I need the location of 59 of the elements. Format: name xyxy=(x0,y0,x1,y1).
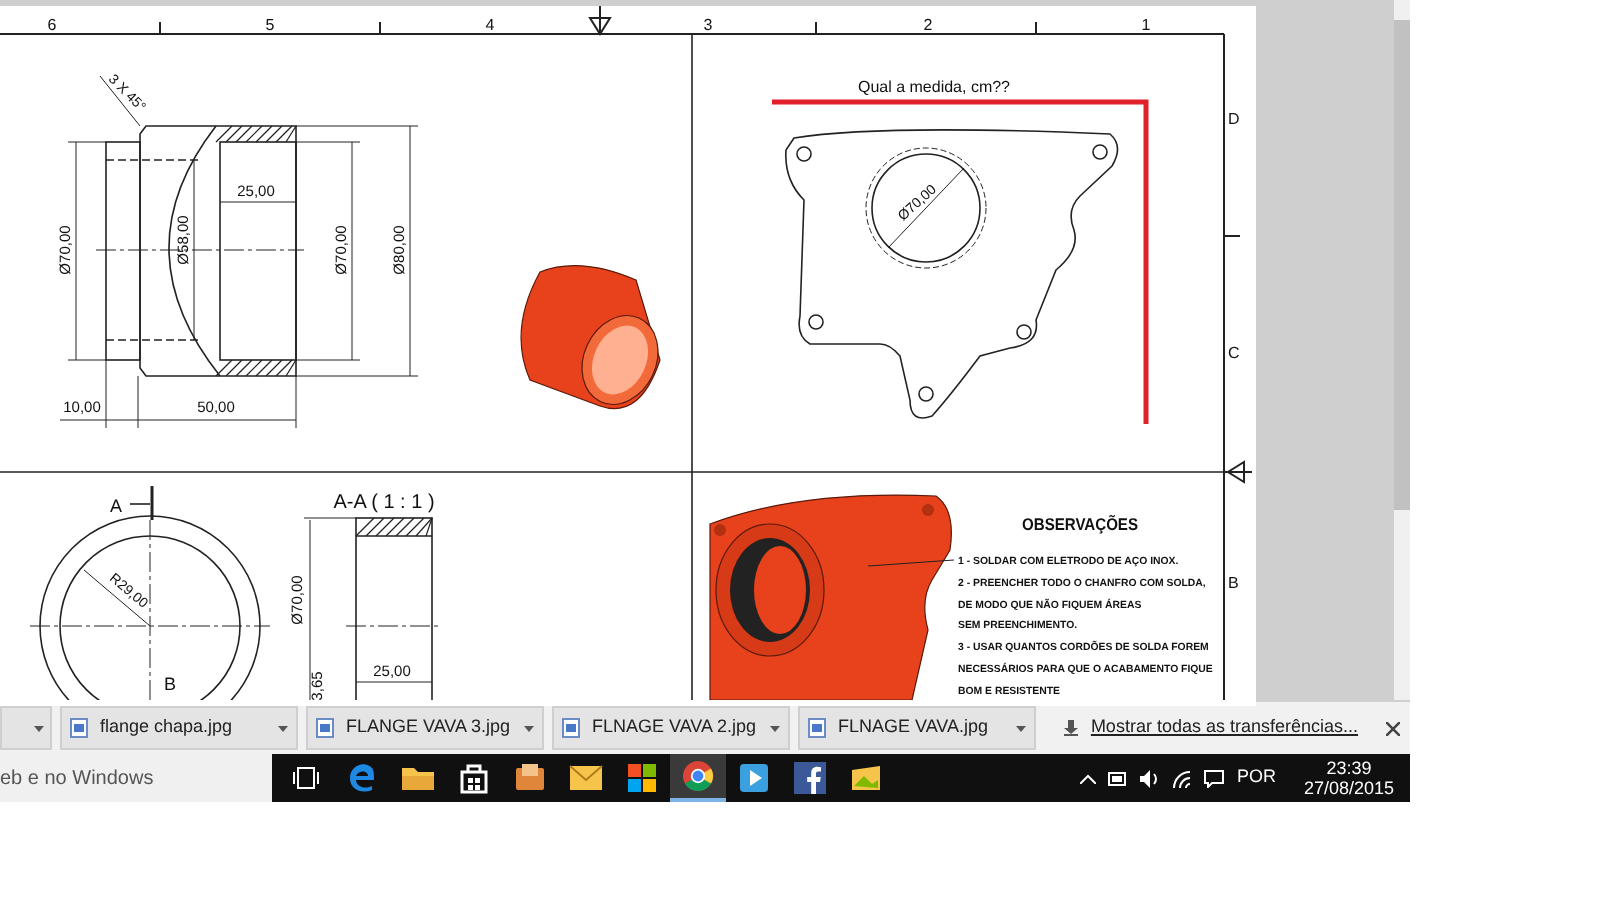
ruler-label: 1 xyxy=(1141,16,1151,34)
shopping-bag-icon xyxy=(458,762,490,794)
f-logo-icon xyxy=(794,762,826,794)
four-squares-icon xyxy=(626,762,658,794)
ruler-label: 3 xyxy=(703,16,713,34)
taskbar-app-button[interactable] xyxy=(670,754,726,802)
close-icon xyxy=(1385,721,1399,735)
round-browser-icon xyxy=(682,760,714,792)
close-button[interactable] xyxy=(1382,718,1402,738)
wifi-icon xyxy=(1172,769,1193,787)
volume-icon xyxy=(1140,769,1161,787)
file-name: flange chapa.jpg xyxy=(100,714,235,741)
ruler-label: 4 xyxy=(485,16,495,34)
caret-icon xyxy=(278,725,288,731)
file-name: FLNAGE VAVA 2.jpg xyxy=(592,714,758,741)
download-item[interactable]: FLNAGE VAVA 2.jpg xyxy=(552,706,790,750)
caret-icon xyxy=(34,725,44,731)
caret-icon xyxy=(524,725,534,731)
image-file-icon xyxy=(808,718,826,738)
clock-date[interactable]: 27/08/2015 xyxy=(1303,778,1394,798)
download-item[interactable]: FLANGE VAVA 3.jpg xyxy=(306,706,544,750)
down-marker-icon xyxy=(589,6,612,35)
language-indicator[interactable]: POR xyxy=(1236,764,1276,792)
browser-e-icon xyxy=(346,762,378,794)
notes-title: OBSERVAÇÕES xyxy=(1022,514,1153,534)
ruler-label: 2 xyxy=(923,16,933,34)
point-label: B xyxy=(164,674,176,694)
scrollbar[interactable] xyxy=(1394,0,1410,700)
folder-icon xyxy=(400,764,436,792)
ruler-label: C xyxy=(1228,344,1240,362)
question-text: Qual a medida, cm?? xyxy=(857,78,1011,96)
show-all-downloads-link[interactable]: Mostrar todas as transferências... xyxy=(1090,714,1358,742)
photos-icon xyxy=(848,764,884,792)
section-title: A-A ( 1 : 1 ) xyxy=(333,492,435,514)
play-icon xyxy=(738,762,770,794)
scroll-thumb[interactable] xyxy=(1394,20,1410,510)
file-name: FLANGE VAVA 3.jpg xyxy=(346,714,512,741)
battery-icon xyxy=(1108,771,1129,785)
image-file-icon xyxy=(562,718,580,738)
file-name: FLNAGE VAVA.jpg xyxy=(838,714,991,741)
chevron-up-icon xyxy=(1080,773,1097,783)
caret-icon xyxy=(770,725,780,731)
image-file-icon xyxy=(70,718,88,738)
clock-time[interactable]: 23:39 xyxy=(1326,758,1372,778)
task-view-icon xyxy=(292,766,320,790)
section-label: A xyxy=(110,496,122,516)
image-file-icon xyxy=(316,718,334,738)
ruler-label: B xyxy=(1228,574,1239,592)
search-field[interactable]: eb e no Windows xyxy=(0,754,272,802)
download-item[interactable]: flange chapa.jpg xyxy=(60,706,298,750)
message-icon xyxy=(1204,769,1225,787)
caret-icon xyxy=(1016,725,1026,731)
envelope-icon xyxy=(568,764,604,792)
download-item[interactable]: FLNAGE VAVA.jpg xyxy=(798,706,1036,750)
ruler-label: D xyxy=(1228,110,1240,128)
ruler-label: 6 xyxy=(47,16,57,34)
download-icon xyxy=(1064,720,1079,736)
ruler-label: 5 xyxy=(265,16,275,34)
media-box-icon xyxy=(514,762,546,794)
